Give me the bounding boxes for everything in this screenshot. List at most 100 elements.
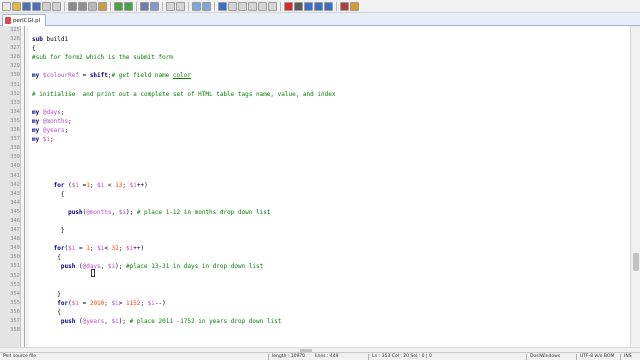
code-line[interactable]: 340 [0, 162, 630, 171]
code-line[interactable]: 336 my @years; [0, 126, 630, 135]
code-token: ++) [133, 245, 145, 253]
save-icon[interactable] [22, 1, 31, 11]
spell-check-icon[interactable] [340, 1, 349, 11]
cut-icon[interactable] [78, 1, 87, 11]
line-number: 338 [10, 145, 20, 152]
code-line[interactable]: 337 my $i; [0, 135, 630, 144]
save-all-icon[interactable] [32, 1, 41, 11]
zoom-in-icon[interactable] [166, 1, 175, 11]
code-line[interactable]: 331 [0, 81, 630, 90]
playback-macro-icon[interactable] [304, 1, 313, 11]
code-line[interactable]: 346 [0, 217, 630, 226]
record-macro-icon[interactable] [284, 1, 293, 11]
code-token: push [32, 263, 79, 271]
code-token: $i [42, 136, 51, 144]
code-line[interactable]: 350 { [0, 253, 630, 262]
doc-map-icon[interactable] [258, 1, 267, 11]
code-line[interactable]: 348 [0, 235, 630, 244]
code-text: { [32, 44, 36, 53]
code-line[interactable]: 347 } [0, 226, 630, 235]
line-number: 347 [10, 227, 20, 234]
plugin-icon[interactable] [350, 1, 359, 11]
zoom-out-icon[interactable] [176, 1, 185, 11]
code-line[interactable]: 344 [0, 199, 630, 208]
code-line[interactable]: 338 [0, 144, 630, 153]
code-line[interactable]: 326 sub build1 [0, 35, 630, 44]
code-line[interactable]: 328 #sub for form2 which is the submit fo… [0, 53, 630, 62]
status-lines: lines : 449 [315, 354, 339, 359]
run-macro-multiple-icon[interactable] [314, 1, 323, 11]
indent-guide-icon[interactable] [238, 1, 247, 11]
open-folder-icon[interactable] [12, 1, 21, 11]
code-line[interactable]: 345 push(@months, $i); # place 1-12 in m… [0, 208, 630, 217]
code-line[interactable]: 354 } [0, 290, 630, 299]
paste-icon[interactable] [98, 1, 107, 11]
code-line[interactable]: 343 { [0, 190, 630, 199]
status-divider [526, 354, 527, 360]
print-icon[interactable] [68, 1, 77, 11]
code-line[interactable]: 334 my @days; [0, 108, 630, 117]
define-language-icon[interactable] [248, 1, 257, 11]
vertical-scrollbar[interactable] [630, 26, 640, 347]
new-file-icon[interactable] [2, 1, 11, 11]
line-number: 349 [10, 245, 20, 252]
line-number: 326 [10, 36, 20, 43]
code-token: $i [71, 299, 79, 307]
line-number: 348 [10, 236, 20, 243]
sync-vertical-icon[interactable] [192, 1, 201, 11]
code-token: , [104, 318, 112, 325]
code-editor[interactable]: 325 326 sub build1 327 {328 #sub for form2 wh… [0, 26, 640, 347]
line-number: 343 [10, 190, 20, 197]
code-line[interactable]: 357 push (@years, $i); # place 2011 -175… [0, 317, 630, 326]
code-token: > [118, 299, 126, 307]
code-line[interactable]: 356 { [0, 308, 630, 317]
code-token: ; [122, 181, 130, 189]
code-line[interactable]: 327 { [0, 44, 630, 53]
code-token: ; [104, 299, 112, 307]
code-line[interactable]: 329 [0, 62, 630, 71]
word-wrap-icon[interactable] [218, 1, 227, 11]
undo-icon[interactable] [114, 1, 123, 11]
code-token: { [32, 254, 61, 262]
replace-icon[interactable] [150, 1, 159, 11]
stop-recording-icon[interactable] [294, 1, 303, 11]
code-token: ); [125, 208, 137, 216]
code-text: my $i; [32, 135, 54, 144]
code-token: = [75, 245, 87, 253]
sync-horizontal-icon[interactable] [202, 1, 211, 11]
save-macro-icon[interactable] [324, 1, 333, 11]
code-line[interactable]: 339 [0, 153, 630, 162]
code-line[interactable]: 353 [0, 281, 630, 290]
code-token: @years [82, 318, 105, 325]
code-line[interactable]: 333 [0, 99, 630, 108]
code-line[interactable]: 342 for ($i =1; $i < 13; $i++) [0, 181, 630, 190]
line-number: 330 [10, 72, 20, 79]
vertical-scroll-thumb[interactable] [633, 253, 639, 271]
code-line[interactable]: 358 [0, 326, 630, 335]
redo-icon[interactable] [124, 1, 133, 11]
code-token: < [104, 245, 112, 253]
show-all-chars-icon[interactable] [228, 1, 237, 11]
code-line[interactable]: 355 for($i = 2010; $i> 1152; $i--) [0, 299, 630, 308]
tab-bar: perlCGI.pl [0, 13, 640, 26]
find-icon[interactable] [140, 1, 149, 11]
code-line[interactable]: 332 # initialise and print out a complete… [0, 90, 630, 99]
function-list-icon[interactable] [268, 1, 277, 11]
code-line[interactable]: 335 my @months; [0, 117, 630, 126]
code-line[interactable]: 349 for($i = 1; $i< 32; $i++) [0, 244, 630, 253]
code-token: , [100, 263, 108, 271]
code-lines: 325 326 sub build1 327 {328 #sub for form2 wh… [0, 26, 630, 335]
close-icon[interactable] [42, 1, 51, 11]
code-line[interactable]: 330 my $colourRef = shift;# get field nam… [0, 71, 630, 80]
code-token: color [172, 72, 191, 80]
code-token: ; [89, 181, 98, 189]
code-line[interactable]: 341 [0, 172, 630, 181]
status-eol: Dos\Windows [530, 354, 561, 359]
copy-icon[interactable] [88, 1, 97, 11]
tab-perlcgi[interactable]: perlCGI.pl [2, 14, 46, 26]
code-text: push (@days, $i); #place 13-31 in days i… [32, 262, 263, 271]
code-token: 32 [111, 245, 119, 253]
code-token: { [32, 45, 36, 53]
code-line[interactable]: 325 [0, 26, 630, 35]
close-all-icon[interactable] [52, 1, 61, 11]
